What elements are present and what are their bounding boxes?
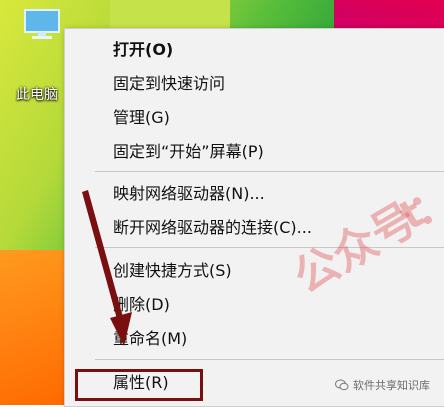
menu-item-disconnect-drive[interactable]: 断开网络驱动器的连接(C)...: [113, 217, 312, 239]
menu-item-pin-start[interactable]: 固定到“开始”屏幕(P): [113, 141, 264, 163]
menu-separator: [95, 359, 444, 360]
menu-separator: [95, 247, 444, 248]
computer-icon: [24, 9, 60, 39]
menu-item-pin-quick-access[interactable]: 固定到快速访问: [113, 73, 225, 95]
context-menu: 打开(O) 固定到快速访问 管理(G) 固定到“开始”屏幕(P) 映射网络驱动器…: [64, 28, 444, 407]
menu-item-manage[interactable]: 管理(G): [113, 107, 170, 129]
badge-text: 软件共享知识库: [353, 379, 430, 392]
menu-separator: [95, 171, 444, 172]
wechat-icon: [335, 379, 349, 391]
menu-item-delete[interactable]: 删除(D): [113, 294, 170, 316]
this-pc-desktop-icon[interactable]: 此电脑: [14, 8, 70, 104]
menu-item-rename[interactable]: 重命名(M): [113, 328, 187, 350]
properties-highlight-box: [75, 369, 203, 401]
source-badge: 软件共享知识库: [335, 377, 430, 393]
menu-item-create-shortcut[interactable]: 创建快捷方式(S): [113, 260, 232, 282]
this-pc-label: 此电脑: [16, 87, 58, 103]
wallpaper-shape-left: [0, 250, 70, 405]
menu-item-open[interactable]: 打开(O): [113, 39, 173, 61]
menu-item-map-drive[interactable]: 映射网络驱动器(N)...: [113, 183, 265, 205]
